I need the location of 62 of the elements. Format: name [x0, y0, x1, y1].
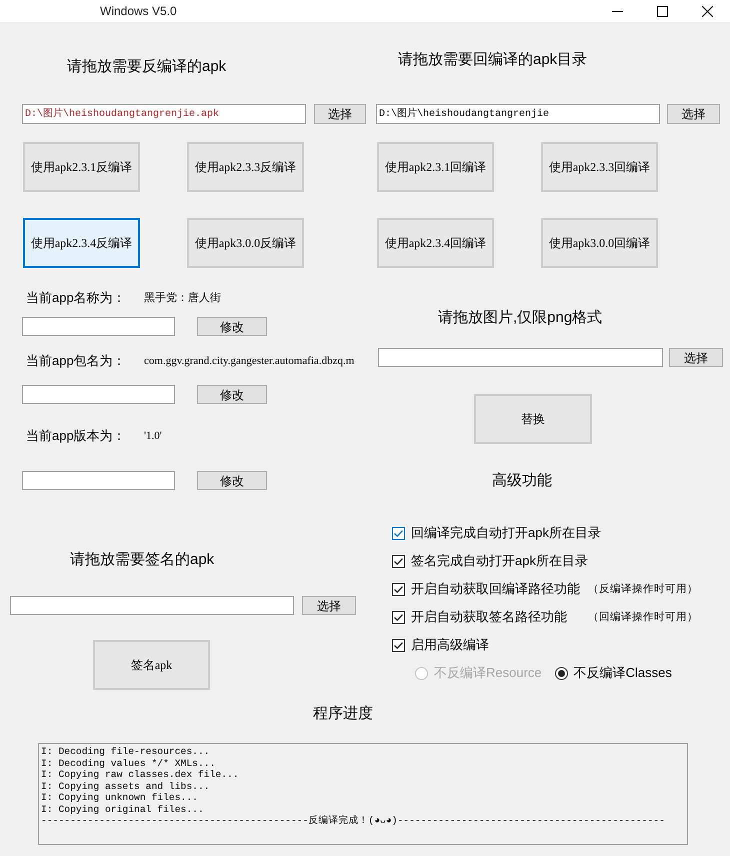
- text-field[interactable]: [22, 317, 175, 336]
- browse-button[interactable]: 选择: [667, 104, 720, 124]
- checkbox-label: 签名完成自动打开apk所在目录: [411, 553, 588, 569]
- path-field[interactable]: [10, 596, 294, 615]
- checkbox[interactable]: [392, 610, 405, 624]
- edit-button[interactable]: 修改: [197, 385, 267, 404]
- section-heading: 请拖放需要签名的apk: [70, 551, 214, 569]
- checkbox-label: 开启自动获取签名路径功能: [411, 609, 568, 625]
- checkbox-note: （反编译操作时可用）: [588, 582, 698, 596]
- log-line: I: Decoding file-resources...: [41, 746, 210, 758]
- log-line: I: Copying unknown files...: [41, 792, 198, 804]
- maximize-icon: [657, 6, 668, 16]
- recompile-button[interactable]: 使用apk2.3.4回编译: [377, 218, 494, 268]
- decompile-button[interactable]: 使用apk2.3.3反编译: [187, 142, 304, 192]
- checkbox-label: 开启自动获取回编译路径功能: [411, 581, 581, 597]
- checkbox-label: 回编译完成自动打开apk所在目录: [411, 525, 601, 541]
- checkbox[interactable]: [392, 638, 405, 652]
- radio-label: 不反编译Classes: [574, 665, 672, 681]
- checkbox-label: 启用高级编译: [411, 637, 489, 653]
- radio-button[interactable]: [554, 666, 568, 680]
- decompile-button[interactable]: 使用apk2.3.4反编译: [23, 218, 140, 268]
- replace-button[interactable]: 替换: [474, 394, 592, 444]
- path-field[interactable]: D:\图片\heishoudangtangrenjie.apk: [22, 104, 306, 124]
- section-heading: 请拖放需要反编译的apk: [67, 58, 226, 76]
- info-label: 当前app版本为：: [26, 428, 127, 444]
- log-line: I: Copying assets and libs...: [41, 780, 210, 792]
- recompile-button[interactable]: 使用apk2.3.1回编译: [377, 142, 494, 192]
- section-heading: 高级功能: [492, 472, 552, 490]
- log-line: ----------------------------------------------反编译完成！(◕ᴗ◕)----------------------------------------------: [41, 815, 665, 826]
- edit-button[interactable]: 修改: [197, 317, 267, 336]
- recompile-button[interactable]: 使用apk3.0.0回编译: [541, 218, 658, 268]
- checkbox[interactable]: [392, 554, 405, 568]
- text-field[interactable]: [22, 385, 175, 404]
- sign-button[interactable]: 签名apk: [93, 640, 210, 690]
- info-value: com.ggv.grand.city.gangester.automafia.dbzq.m: [144, 354, 354, 369]
- checkbox[interactable]: [392, 526, 405, 540]
- info-label: 当前app包名为：: [26, 353, 127, 369]
- section-heading: 程序进度: [313, 705, 373, 723]
- checkbox[interactable]: [392, 582, 405, 596]
- checkbox-note: （回编译操作时可用）: [588, 610, 698, 624]
- log-line: I: Copying original files...: [41, 804, 204, 815]
- recompile-button[interactable]: 使用apk2.3.3回编译: [541, 142, 658, 192]
- section-heading: 请拖放需要回编译的apk目录: [398, 51, 588, 69]
- close-icon: [702, 6, 713, 16]
- radio-label: 不反编译Resource: [434, 665, 542, 681]
- info-label: 当前app名称为：: [26, 290, 127, 306]
- section-heading: 请拖放图片,仅限png格式: [438, 309, 602, 327]
- browse-button[interactable]: 选择: [302, 596, 356, 615]
- browse-button[interactable]: 选择: [669, 348, 723, 367]
- decompile-button[interactable]: 使用apk2.3.1反编译: [23, 142, 140, 192]
- edit-button[interactable]: 修改: [197, 471, 267, 490]
- browse-button[interactable]: 选择: [314, 104, 366, 124]
- info-value: '1.0': [144, 429, 162, 444]
- window-title: Windows V5.0: [100, 4, 177, 18]
- text-field[interactable]: [22, 471, 175, 490]
- log-line: I: Copying raw classes.dex file...: [41, 769, 239, 780]
- path-field[interactable]: D:\图片\heishoudangtangrenjie: [376, 104, 660, 124]
- info-value: 黑手党：唐人街: [144, 290, 221, 306]
- path-field[interactable]: [378, 348, 663, 367]
- decompile-button[interactable]: 使用apk3.0.0反编译: [187, 218, 304, 268]
- minimize-icon: [612, 10, 623, 12]
- log-line: I: Decoding values */* XMLs...: [41, 758, 216, 769]
